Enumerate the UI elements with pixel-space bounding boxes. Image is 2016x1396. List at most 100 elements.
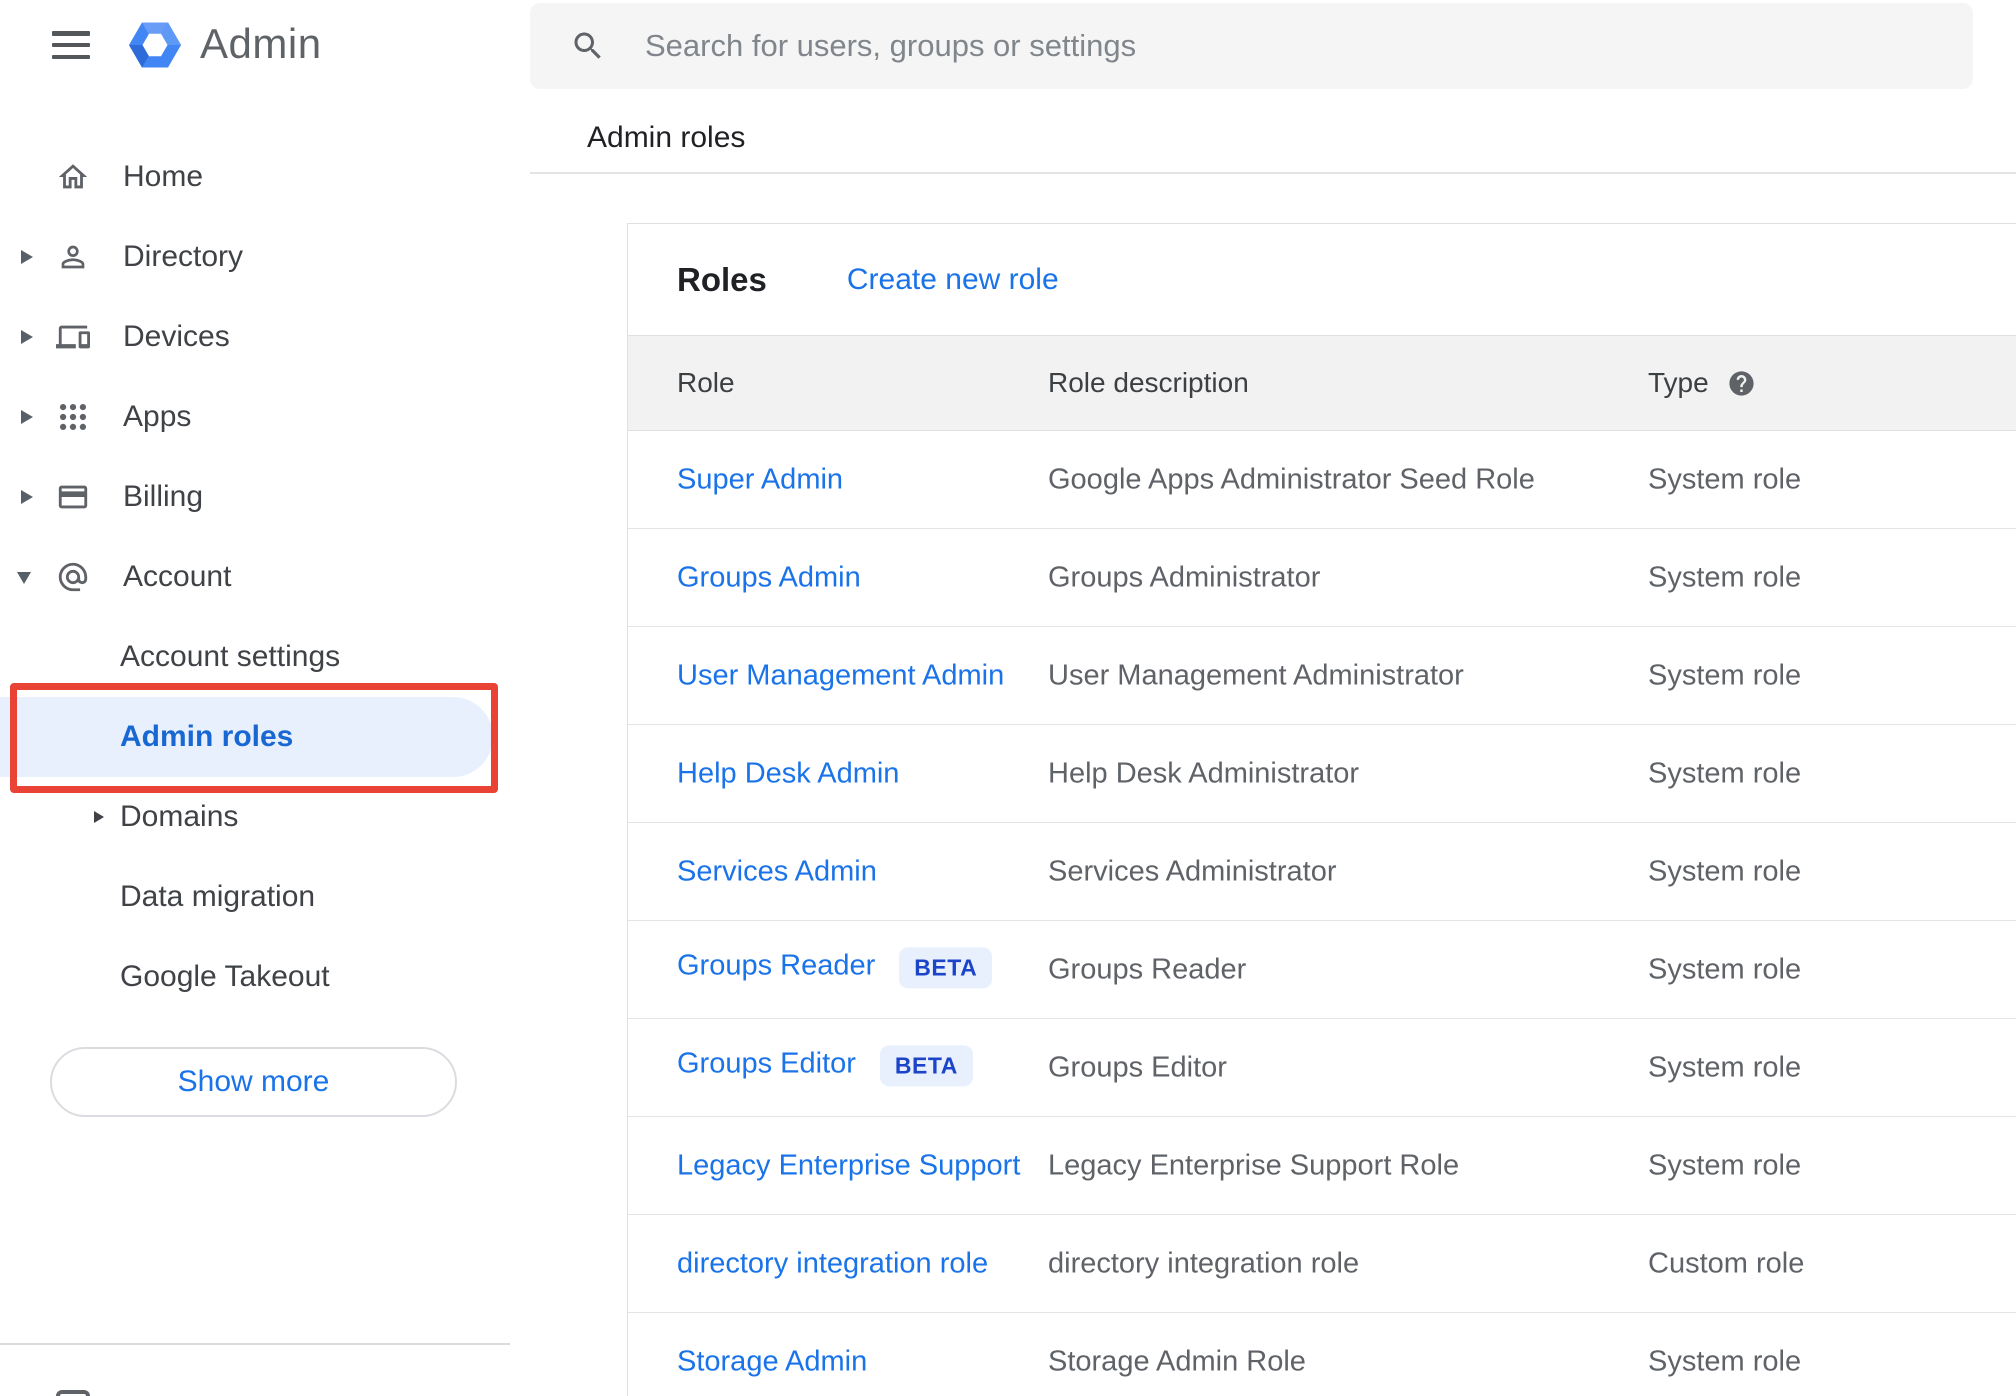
apps-grid-icon [56,400,90,434]
admin-logo-icon [128,18,182,72]
sidebar-item-label: Account settings [120,640,341,673]
sidebar-item-domains[interactable]: Domains [0,777,515,857]
sidebar-item-home[interactable]: Home [0,137,515,217]
chevron-right-icon[interactable] [21,250,33,264]
home-icon [56,160,90,194]
page-title: Roles [677,260,767,298]
role-cell: Services Admin [677,855,877,888]
role-cell: Help Desk Admin [677,757,899,790]
partial-bottom-icon [56,1390,90,1396]
role-cell: Groups Reader BETA [677,947,993,990]
table-body: Super Admin Google Apps Administrator See… [628,431,2016,1396]
role-cell: Groups Admin [677,561,861,594]
chevron-right-icon[interactable] [21,490,33,504]
sidebar-item-label: Admin roles [120,720,294,753]
sidebar-item-label: Domains [120,800,239,833]
beta-badge: BETA [899,947,993,989]
column-header-role: Role [677,367,735,398]
sidebar-item-label: Billing [123,480,204,513]
chevron-down-icon[interactable] [17,571,31,584]
table-row: Groups Editor BETA Groups Editor System rol… [628,1019,2016,1117]
role-type-cell: System role [1648,757,1802,789]
role-description-cell: User Management Administrator [1048,659,1464,691]
help-icon[interactable] [1727,369,1756,398]
sidebar-item-devices[interactable]: Devices [0,297,515,377]
role-link[interactable]: Super Admin [677,463,843,495]
sidebar-item-admin-roles[interactable]: Admin roles [0,697,493,777]
app-name: Admin [200,20,322,68]
table-header-row: Role Role description Type [628,335,2016,431]
role-link[interactable]: Groups Reader [677,949,875,981]
role-link[interactable]: User Management Admin [677,659,1004,691]
sidebar-item-label: Data migration [120,880,316,913]
role-link[interactable]: Groups Admin [677,561,861,593]
table-row: Legacy Enterprise Support Legacy Enterpri… [628,1117,2016,1215]
role-description-cell: Help Desk Administrator [1048,757,1360,789]
table-row: Help Desk Admin Help Desk Administrator Sy… [628,725,2016,823]
table-row: Groups Admin Groups Administrator System r… [628,529,2016,627]
sidebar-item-label: Account [123,560,232,593]
chevron-right-icon[interactable] [21,410,33,424]
show-more-button[interactable]: Show more [50,1047,457,1117]
role-cell: Storage Admin [677,1345,867,1378]
sidebar-item-apps[interactable]: Apps [0,377,515,457]
role-description-cell: Services Administrator [1048,855,1337,887]
admin-console-app: Admin Home Directory Devices Apps Billing Acc… [0,0,2016,1396]
sidebar-item-account-settings[interactable]: Account settings [0,617,515,697]
sidebar-item-label: Directory [123,240,244,273]
person-icon [56,240,90,274]
role-link[interactable]: Storage Admin [677,1345,867,1377]
search-bar [530,3,1973,89]
sidebar-item-data-migration[interactable]: Data migration [0,857,515,937]
role-description-cell: Groups Editor [1048,1051,1227,1083]
role-type-cell: System role [1648,1149,1802,1181]
sidebar-item-directory[interactable]: Directory [0,217,515,297]
search-icon [570,28,606,64]
role-description-cell: Groups Administrator [1048,561,1321,593]
chevron-right-icon[interactable] [21,330,33,344]
sidebar-item-billing[interactable]: Billing [0,457,515,537]
sidebar-bottom-divider [0,1343,510,1345]
role-type-cell: System role [1648,463,1802,495]
role-cell: Legacy Enterprise Support [677,1149,1020,1182]
roles-card-header: Roles Create new role [628,224,2016,335]
create-new-role-link[interactable]: Create new role [847,263,1059,297]
role-type-cell: System role [1648,953,1802,985]
sidebar-header: Admin [0,0,515,90]
role-type-cell: Custom role [1648,1247,1805,1279]
table-row: User Management Admin User Management Adm… [628,627,2016,725]
sidebar-item-account[interactable]: Account [0,537,515,617]
sidebar-item-google-takeout[interactable]: Google Takeout [0,937,515,1017]
role-link[interactable]: Groups Editor [677,1047,856,1079]
table-row: Super Admin Google Apps Administrator See… [628,431,2016,529]
role-type-cell: System role [1648,659,1802,691]
role-type-cell: System role [1648,561,1802,593]
menu-hamburger-icon[interactable] [52,31,90,59]
role-description-cell: Legacy Enterprise Support Role [1048,1149,1460,1181]
role-link[interactable]: Services Admin [677,855,877,887]
role-cell: Groups Editor BETA [677,1045,973,1088]
chevron-right-icon[interactable] [94,811,104,823]
sidebar-item-label: Apps [123,400,192,433]
sidebar-nav: Home Directory Devices Apps Billing Account Ac… [0,137,515,1017]
role-type-cell: System role [1648,855,1802,887]
role-cell: Super Admin [677,463,843,496]
at-sign-icon [56,560,90,594]
roles-card: Roles Create new role Role Role descript… [627,223,2016,1396]
sidebar: Admin Home Directory Devices Apps Billing Acc… [0,0,515,1396]
role-cell: User Management Admin [677,659,1004,692]
role-link[interactable]: Help Desk Admin [677,757,899,789]
role-type-cell: System role [1648,1051,1802,1083]
table-row: Groups Reader BETA Groups Reader System rol… [628,921,2016,1019]
role-cell: directory integration role [677,1247,988,1280]
search-input[interactable] [645,3,1925,89]
role-description-cell: Google Apps Administrator Seed Role [1048,463,1535,495]
role-link[interactable]: Legacy Enterprise Support [677,1149,1020,1181]
beta-badge: BETA [879,1045,973,1087]
role-link[interactable]: directory integration role [677,1247,988,1279]
column-header-role-description: Role description [1048,367,1249,398]
sidebar-item-label: Home [123,160,204,193]
credit-card-icon [56,480,90,514]
column-header-type: Type [1648,367,1756,399]
devices-icon [56,320,90,354]
